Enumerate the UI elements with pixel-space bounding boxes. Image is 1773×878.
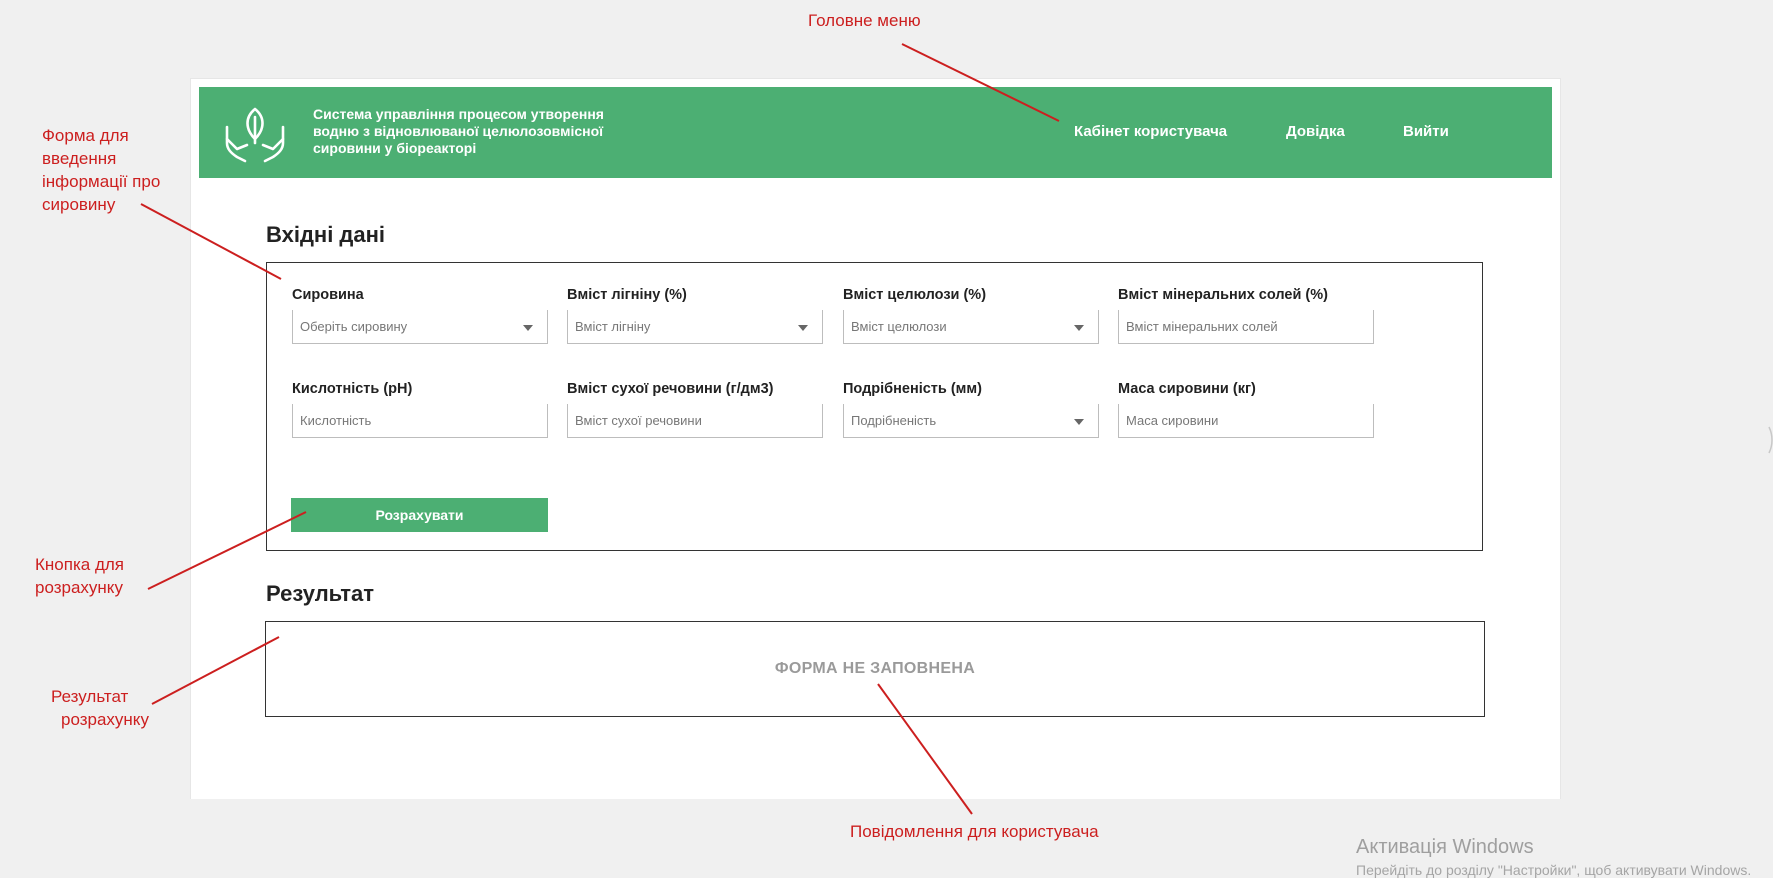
annotation-calc-button: Кнопка для розрахунку [35,553,124,599]
callout-user-message [877,683,973,815]
callout-form [140,203,282,280]
annotation-callouts [140,43,1060,815]
annotation-calc-line: Кнопка для [35,555,124,574]
annotation-user-message: Повідомлення для користувача [850,822,1099,841]
windows-activation-title: Активація Windows [1356,836,1534,858]
windows-activation-subtitle: Перейдіть до розділу "Настройки", щоб ак… [1356,862,1752,878]
annotation-calc-line: розрахунку [35,578,123,597]
callout-main-menu [901,43,1060,122]
annotation-result-line: Результат [51,687,129,706]
annotation-form-line: інформації про [42,172,161,191]
annotation-main-menu: Головне меню [808,11,921,30]
callout-result [151,636,280,705]
annotation-form-line: введення [42,149,117,168]
callout-calc-button [147,511,307,590]
annotation-form-line: Форма для [42,126,129,145]
annotation-result: Результат розрахунку [51,685,149,731]
edge-scroll-mark [1768,426,1773,454]
annotation-form: Форма для введення інформації про сирови… [42,124,160,216]
annotation-result-line: розрахунку [61,710,149,729]
annotation-form-line: сировину [42,195,116,214]
